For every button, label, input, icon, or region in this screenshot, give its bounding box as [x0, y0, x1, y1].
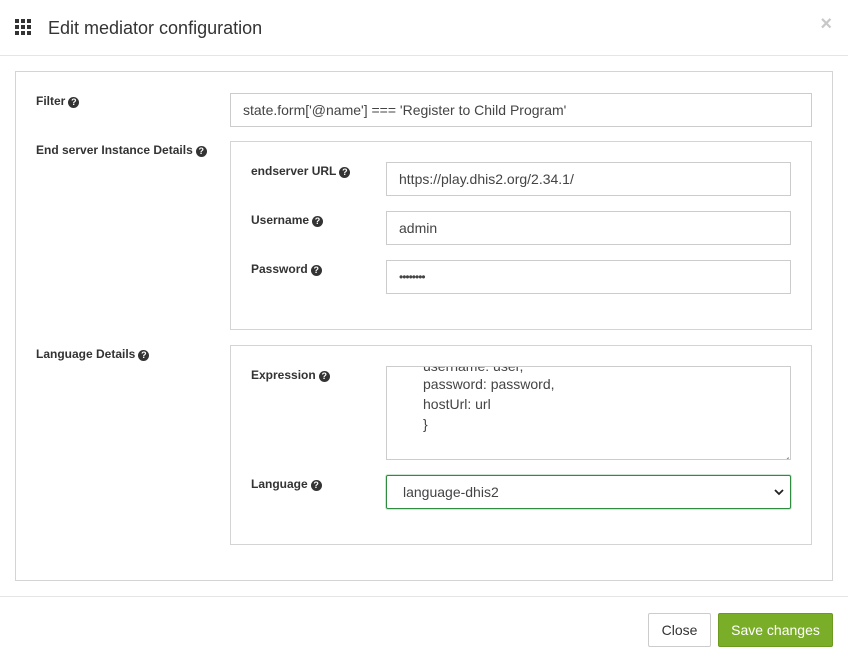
username-input[interactable]: admin [386, 211, 791, 245]
help-icon[interactable]: ? [310, 265, 322, 276]
endserver-section-label-text: End server Instance Details [36, 143, 193, 157]
username-label-text: Username [251, 213, 310, 227]
endserver-section-label: End server Instance Details? [36, 142, 207, 158]
language-section-label: Language Details? [36, 346, 150, 362]
chevron-down-icon [774, 489, 784, 496]
filter-input[interactable]: state.form['@name'] === 'Register to Chi… [230, 93, 812, 127]
language-label-text: Language [251, 477, 308, 491]
expression-line: hostUrl: url [423, 396, 491, 412]
username-label: Username? [251, 212, 324, 228]
language-select[interactable]: language-dhis2 [386, 475, 791, 509]
help-icon[interactable]: ? [318, 371, 330, 382]
edit-mediator-modal: Edit mediator configuration × Filter? st… [0, 0, 848, 661]
password-label: Password? [251, 261, 322, 277]
help-icon[interactable]: ? [312, 216, 324, 227]
expression-label: Expression? [251, 367, 330, 383]
expression-line: password: password, [423, 376, 555, 392]
password-input[interactable]: •••••••• [386, 260, 791, 294]
filter-label: Filter? [36, 93, 80, 109]
endserver-url-input[interactable]: https://play.dhis2.org/2.34.1/ [386, 162, 791, 196]
config-form: Filter? state.form['@name'] === 'Registe… [15, 71, 833, 581]
filter-label-text: Filter [36, 94, 66, 108]
endserver-url-label: endserver URL? [251, 163, 351, 179]
expression-label-text: Expression [251, 368, 316, 382]
expression-textarea[interactable]: username: user, password: password, host… [386, 366, 791, 460]
language-section-label-text: Language Details [36, 347, 136, 361]
help-icon[interactable]: ? [195, 146, 207, 157]
modal-footer: Close Save changes [0, 596, 848, 661]
save-changes-button[interactable]: Save changes [718, 613, 833, 647]
endserver-url-label-text: endserver URL [251, 164, 337, 178]
modal-header: Edit mediator configuration × [0, 0, 848, 56]
help-icon[interactable]: ? [138, 350, 150, 361]
help-icon[interactable]: ? [339, 167, 351, 178]
resize-handle-icon[interactable] [781, 450, 789, 459]
language-details-box: Expression? username: user, password: pa… [230, 345, 812, 545]
help-icon[interactable]: ? [68, 97, 80, 108]
help-icon[interactable]: ? [310, 480, 322, 491]
language-select-value: language-dhis2 [403, 484, 499, 500]
endserver-details-box: endserver URL? https://play.dhis2.org/2.… [230, 141, 812, 330]
expression-line: } [423, 416, 428, 432]
close-icon[interactable]: × [820, 13, 832, 35]
password-label-text: Password [251, 262, 308, 276]
grid-icon [15, 19, 32, 36]
language-label: Language? [251, 476, 322, 492]
modal-title: Edit mediator configuration [48, 18, 263, 38]
close-button[interactable]: Close [648, 613, 711, 647]
